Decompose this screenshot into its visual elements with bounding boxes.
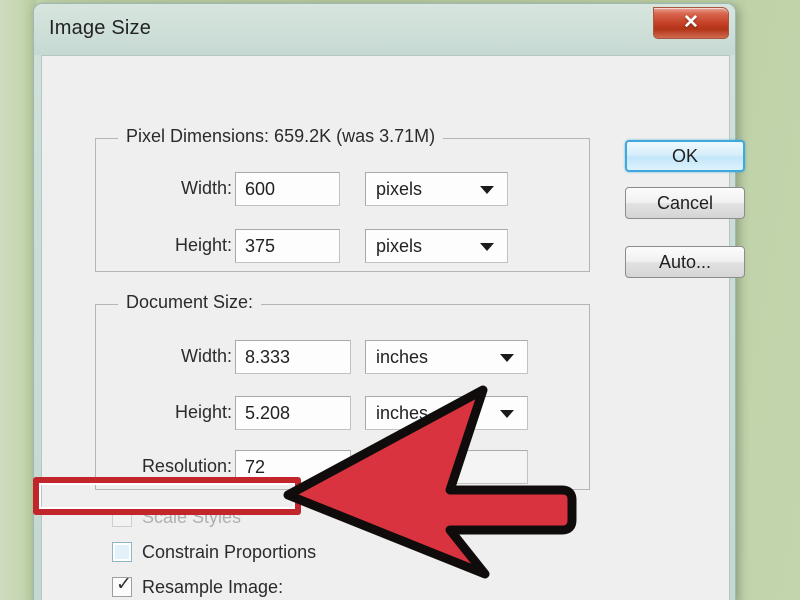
combo-document-width-unit[interactable]: inches: [365, 340, 528, 374]
label-document-width: Width:: [180, 346, 232, 366]
desktop-background-band: [0, 0, 36, 600]
checkmark-icon: ✓: [116, 573, 132, 595]
chevron-down-icon: [480, 243, 494, 251]
cancel-button[interactable]: Cancel: [625, 187, 745, 219]
chevron-down-icon: [500, 410, 514, 418]
input-resolution[interactable]: 72: [235, 450, 351, 484]
combo-document-height-unit[interactable]: inches: [365, 396, 528, 430]
combo-pixel-height-unit-value: pixels: [376, 236, 423, 256]
combo-document-height-unit-value: inches: [376, 403, 429, 423]
dialog-titlebar[interactable]: Image Size ✕: [34, 4, 735, 55]
checkbox-resample-image-label: Resample Image:: [142, 577, 284, 597]
chevron-down-icon: [500, 354, 514, 362]
checkbox-constrain-proportions-box: [112, 542, 132, 562]
group-pixel-dimensions-title: Pixel Dimensions: 659.2K (was 3.71M): [118, 126, 444, 147]
chevron-down-icon: [480, 186, 494, 194]
image-size-dialog: Image Size ✕ Pixel Dimensions: 659.2K (w…: [33, 3, 745, 600]
label-document-height: Height:: [174, 402, 232, 422]
combo-pixel-width-unit[interactable]: pixels: [365, 172, 508, 206]
combo-resolution-unit-value: pixels/inch: [376, 457, 461, 477]
window-title: Image Size: [49, 17, 152, 39]
label-resolution: Resolution:: [141, 456, 232, 476]
label-pixel-height: Height:: [174, 235, 232, 255]
checkbox-resample-image-box: ✓: [112, 573, 132, 597]
checkbox-scale-styles-label: Scale Styles: [142, 507, 242, 527]
dialog-client-area: Pixel Dimensions: 659.2K (was 3.71M) Wid…: [41, 55, 745, 600]
ok-button[interactable]: OK: [625, 140, 745, 172]
close-button[interactable]: ✕: [653, 7, 729, 39]
checkbox-scale-styles-box: [112, 507, 132, 527]
checkbox-constrain-proportions-label: Constrain Proportions: [142, 542, 317, 562]
combo-pixel-height-unit[interactable]: pixels: [365, 229, 508, 263]
input-pixel-height[interactable]: 375: [235, 229, 340, 263]
combo-pixel-width-unit-value: pixels: [376, 179, 423, 199]
auto-button[interactable]: Auto...: [625, 246, 745, 278]
input-document-width[interactable]: 8.333: [235, 340, 351, 374]
screenshot-root: Image Size ✕ Pixel Dimensions: 659.2K (w…: [0, 0, 800, 600]
combo-document-width-unit-value: inches: [376, 347, 429, 367]
combo-resolution-unit[interactable]: pixels/inch: [365, 450, 528, 484]
label-pixel-width: Width:: [180, 178, 232, 198]
group-document-size-title: Document Size:: [118, 292, 262, 313]
input-document-height[interactable]: 5.208: [235, 396, 351, 430]
close-icon: ✕: [683, 12, 699, 33]
input-pixel-width[interactable]: 600: [235, 172, 340, 206]
